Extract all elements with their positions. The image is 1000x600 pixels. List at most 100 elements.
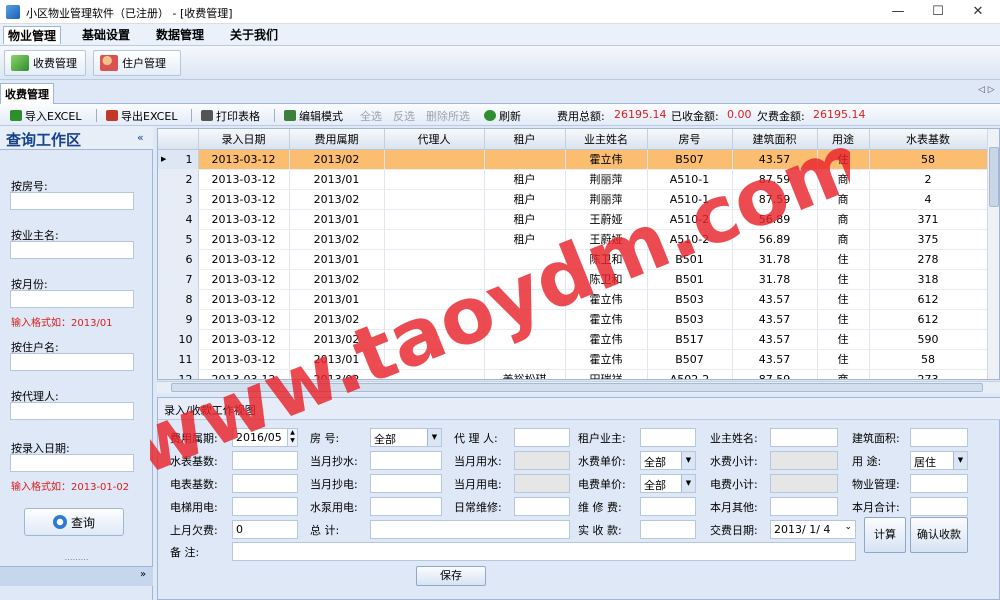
table-cell[interactable]: B501 bbox=[647, 249, 733, 270]
table-cell[interactable]: 商 bbox=[817, 229, 870, 250]
month-total-input[interactable] bbox=[910, 497, 968, 516]
table-row[interactable]: 8 2013-03-12 2013/01 霍立伟 B503 43.57 住 612 bbox=[158, 289, 988, 310]
fee-management-button[interactable]: 收费管理 bbox=[4, 50, 86, 76]
column-header[interactable]: 租户 bbox=[484, 129, 566, 150]
table-row[interactable]: 9 2013-03-12 2013/02 霍立伟 B503 43.57 住 612 bbox=[158, 309, 988, 330]
table-cell[interactable] bbox=[484, 149, 566, 170]
table-cell[interactable]: 58 bbox=[869, 149, 988, 170]
pay-date-picker[interactable]: 2013/ 1/ 4 ⌄ bbox=[770, 520, 856, 539]
table-cell[interactable]: 43.57 bbox=[732, 349, 818, 370]
table-cell[interactable]: 43.57 bbox=[732, 289, 818, 310]
table-cell[interactable]: 住 bbox=[817, 249, 870, 270]
elevator-input[interactable] bbox=[232, 497, 298, 516]
print-table-button[interactable]: 打印表格 bbox=[201, 108, 260, 124]
table-cell[interactable]: A510-1 bbox=[647, 189, 733, 210]
table-cell[interactable]: 霍立伟 bbox=[565, 329, 648, 350]
note-input[interactable] bbox=[232, 542, 856, 561]
row-number[interactable]: 9 bbox=[158, 309, 199, 330]
column-header[interactable]: 费用属期 bbox=[289, 129, 385, 150]
scroll-thumb[interactable] bbox=[989, 147, 999, 207]
table-cell[interactable]: B517 bbox=[647, 329, 733, 350]
table-cell[interactable]: B503 bbox=[647, 309, 733, 330]
water-reading-input[interactable] bbox=[370, 451, 442, 470]
table-cell[interactable]: 2013-03-12 bbox=[198, 309, 290, 330]
tab-nav-arrows[interactable]: ◁ ▷ bbox=[978, 85, 995, 95]
table-cell[interactable] bbox=[484, 309, 566, 330]
table-cell[interactable]: 住 bbox=[817, 149, 870, 170]
table-cell[interactable]: B503 bbox=[647, 289, 733, 310]
table-cell[interactable]: A510-2 bbox=[647, 209, 733, 230]
row-number[interactable]: 12 bbox=[158, 369, 199, 379]
delete-selected-button[interactable]: 删除所选 bbox=[426, 108, 470, 124]
table-cell[interactable]: A510-2 bbox=[647, 229, 733, 250]
table-cell[interactable]: 375 bbox=[869, 229, 988, 250]
table-cell[interactable] bbox=[384, 309, 485, 330]
table-cell[interactable]: 2013/01 bbox=[289, 249, 385, 270]
table-cell[interactable]: 612 bbox=[869, 309, 988, 330]
table-row[interactable]: 11 2013-03-12 2013/01 霍立伟 B507 43.57 住 58 bbox=[158, 349, 988, 370]
pump-input[interactable] bbox=[370, 497, 442, 516]
column-header[interactable]: 代理人 bbox=[384, 129, 485, 150]
chevron-down-icon[interactable]: ⌄ bbox=[844, 522, 852, 532]
scroll-thumb[interactable] bbox=[171, 383, 983, 392]
table-cell[interactable]: 87.59 bbox=[732, 189, 818, 210]
room-select[interactable]: 全部 ▼ bbox=[370, 428, 442, 447]
table-cell[interactable]: 2013/01 bbox=[289, 169, 385, 190]
grid-horizontal-scrollbar[interactable] bbox=[157, 381, 1000, 393]
agent-search-input[interactable] bbox=[10, 402, 134, 420]
table-cell[interactable]: 87.59 bbox=[732, 369, 818, 379]
table-cell[interactable]: 4 bbox=[869, 189, 988, 210]
calculate-button[interactable]: 计算 bbox=[864, 517, 906, 553]
invert-selection-button[interactable]: 反选 bbox=[393, 108, 415, 124]
table-cell[interactable]: 2013/02 bbox=[289, 229, 385, 250]
column-header[interactable]: 房号 bbox=[647, 129, 733, 150]
table-cell[interactable]: 霍立伟 bbox=[565, 149, 648, 170]
table-cell[interactable]: 590 bbox=[869, 329, 988, 350]
table-cell[interactable]: 住 bbox=[817, 269, 870, 290]
table-cell[interactable]: 商 bbox=[817, 169, 870, 190]
fee-data-grid[interactable]: 录入日期 费用属期 代理人 租户 业主姓名 房号 建筑面积 用途 水表基数 ▶ 1… bbox=[157, 128, 1000, 380]
table-cell[interactable]: 2013-03-12 bbox=[198, 189, 290, 210]
table-cell[interactable]: B501 bbox=[647, 269, 733, 290]
chevron-down-icon[interactable]: ▼ bbox=[427, 429, 441, 446]
row-number[interactable]: 3 bbox=[158, 189, 199, 210]
table-cell[interactable]: 612 bbox=[869, 289, 988, 310]
chevron-down-icon[interactable]: ▼ bbox=[681, 475, 695, 492]
table-cell[interactable]: 王蔚娅 bbox=[565, 229, 648, 250]
other-input[interactable] bbox=[770, 497, 838, 516]
table-cell[interactable]: 2013-03-12 bbox=[198, 289, 290, 310]
table-cell[interactable]: 霍立伟 bbox=[565, 289, 648, 310]
row-number[interactable]: 2 bbox=[158, 169, 199, 190]
table-cell[interactable]: 2013/01 bbox=[289, 209, 385, 230]
table-cell[interactable]: 住 bbox=[817, 309, 870, 330]
owner-name-input[interactable] bbox=[770, 428, 838, 447]
water-base-input[interactable] bbox=[232, 451, 298, 470]
menu-about[interactable]: 关于我们 bbox=[226, 26, 282, 44]
collapse-panel-button[interactable]: « bbox=[137, 131, 144, 144]
chevron-down-icon[interactable]: ▼ bbox=[953, 452, 967, 469]
query-button[interactable]: 查询 bbox=[24, 508, 124, 536]
table-cell[interactable] bbox=[384, 369, 485, 379]
export-excel-button[interactable]: 导出EXCEL bbox=[106, 108, 177, 124]
month-search-input[interactable] bbox=[10, 290, 134, 308]
resident-management-button[interactable]: 住户管理 bbox=[93, 50, 181, 76]
column-header[interactable]: 建筑面积 bbox=[732, 129, 818, 150]
table-cell[interactable]: 2013-03-12 bbox=[198, 369, 290, 379]
panel-splitter-grip[interactable]: ⋯⋯⋯ bbox=[0, 556, 153, 564]
table-cell[interactable]: 2013-03-12 bbox=[198, 269, 290, 290]
property-mgmt-input[interactable] bbox=[910, 474, 968, 493]
table-cell[interactable]: B507 bbox=[647, 349, 733, 370]
table-cell[interactable] bbox=[384, 349, 485, 370]
table-cell[interactable]: 278 bbox=[869, 249, 988, 270]
table-cell[interactable]: 2013/02 bbox=[289, 329, 385, 350]
tab-fee-management[interactable]: 收费管理 bbox=[0, 83, 54, 104]
save-button[interactable]: 保存 bbox=[416, 566, 486, 586]
menu-property[interactable]: 物业管理 bbox=[3, 26, 62, 44]
table-cell[interactable]: 2 bbox=[869, 169, 988, 190]
table-cell[interactable]: 2013-03-12 bbox=[198, 149, 290, 170]
table-cell[interactable]: 2013-03-12 bbox=[198, 169, 290, 190]
select-all-button[interactable]: 全选 bbox=[360, 108, 382, 124]
table-cell[interactable]: 2013-03-12 bbox=[198, 209, 290, 230]
date-search-input[interactable] bbox=[10, 454, 134, 472]
table-cell[interactable] bbox=[384, 229, 485, 250]
